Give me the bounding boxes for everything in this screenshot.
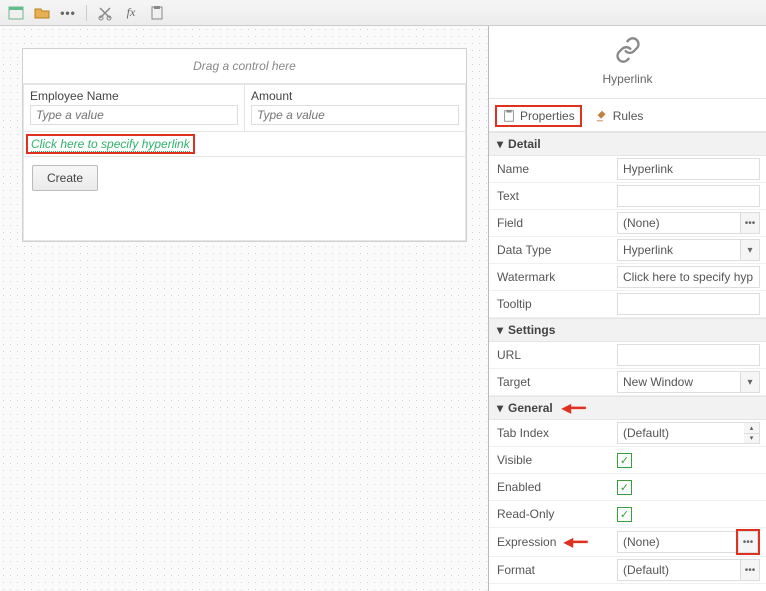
- toolbar-clipboard-icon[interactable]: [149, 5, 165, 21]
- section-settings[interactable]: ▾Settings: [489, 318, 766, 342]
- prop-text: Text: [489, 183, 766, 210]
- employee-name-label: Employee Name: [30, 89, 238, 103]
- chevron-down-icon: ▾: [497, 401, 503, 415]
- prop-tooltip: Tooltip: [489, 291, 766, 318]
- arrow-annotation: ◀━━: [564, 535, 588, 549]
- amount-label: Amount: [251, 89, 459, 103]
- properties-panel: Hyperlink Properties Rules ▾Detail Name …: [489, 26, 766, 591]
- prop-enabled: Enabled✓: [489, 474, 766, 501]
- format-value[interactable]: (Default): [617, 559, 740, 581]
- toolbar-db-icon[interactable]: [8, 5, 24, 21]
- field-ellipsis-button[interactable]: •••: [740, 212, 760, 234]
- expression-button-highlight: •••: [736, 529, 760, 555]
- toolbar-open-icon[interactable]: [34, 5, 50, 21]
- panel-tabs: Properties Rules: [489, 99, 766, 132]
- section-general[interactable]: ▾General◀━━: [489, 396, 766, 420]
- arrow-annotation: ◀━━: [562, 401, 586, 415]
- chevron-down-icon: ▾: [497, 323, 503, 337]
- create-button[interactable]: Create: [32, 165, 98, 191]
- format-ellipsis-button[interactable]: •••: [740, 559, 760, 581]
- text-input[interactable]: [617, 185, 760, 207]
- expression-ellipsis-button[interactable]: •••: [738, 531, 758, 553]
- form-card: Drag a control here Employee Name Amount…: [22, 48, 467, 242]
- form-fields-row: Employee Name Amount: [23, 84, 466, 132]
- prop-tabindex: Tab Index(Default)▴▾: [489, 420, 766, 447]
- design-canvas[interactable]: Drag a control here Employee Name Amount…: [0, 26, 489, 591]
- spinner-down: ▾: [744, 434, 759, 444]
- tab-rules[interactable]: Rules: [590, 107, 649, 125]
- expression-value[interactable]: (None): [617, 531, 736, 553]
- amount-cell: Amount: [245, 84, 466, 132]
- panel-title: Hyperlink: [489, 72, 766, 86]
- toolbar-more-icon[interactable]: •••: [60, 5, 76, 21]
- prop-visible: Visible✓: [489, 447, 766, 474]
- hyperlink-row: Click here to specify hyperlink: [23, 132, 466, 157]
- target-select[interactable]: New Window: [617, 371, 740, 393]
- chevron-down-icon: ▾: [497, 137, 503, 151]
- tabindex-spinner[interactable]: ▴▾: [744, 422, 760, 444]
- tooltip-input[interactable]: [617, 293, 760, 315]
- drop-zone[interactable]: Drag a control here: [23, 49, 466, 84]
- prop-readonly: Read-Only✓: [489, 501, 766, 528]
- toolbar-fx-icon[interactable]: fx: [123, 5, 139, 21]
- prop-target: TargetNew Window▾: [489, 369, 766, 396]
- employee-name-cell: Employee Name: [23, 84, 245, 132]
- gavel-icon: [595, 109, 609, 123]
- prop-expression: Expression ◀━━(None)•••: [489, 528, 766, 557]
- prop-datatype: Data TypeHyperlink▾: [489, 237, 766, 264]
- prop-field: Field(None)•••: [489, 210, 766, 237]
- prop-name: Name: [489, 156, 766, 183]
- toolbar-cut-icon[interactable]: [97, 5, 113, 21]
- clipboard-icon: [502, 109, 516, 123]
- visible-checkbox[interactable]: ✓: [617, 453, 632, 468]
- prop-watermark: Watermark: [489, 264, 766, 291]
- link-icon: [614, 36, 642, 64]
- name-input[interactable]: [617, 158, 760, 180]
- datatype-select[interactable]: Hyperlink: [617, 239, 740, 261]
- readonly-checkbox[interactable]: ✓: [617, 507, 632, 522]
- section-detail[interactable]: ▾Detail: [489, 132, 766, 156]
- watermark-input[interactable]: [617, 266, 760, 288]
- panel-header: Hyperlink: [489, 26, 766, 99]
- field-value[interactable]: (None): [617, 212, 740, 234]
- url-input[interactable]: [617, 344, 760, 366]
- amount-input[interactable]: [251, 105, 459, 125]
- top-toolbar: ••• fx: [0, 0, 766, 26]
- tab-rules-label: Rules: [613, 109, 644, 123]
- hyperlink-control[interactable]: Click here to specify hyperlink: [31, 137, 190, 152]
- enabled-checkbox[interactable]: ✓: [617, 480, 632, 495]
- tabindex-value[interactable]: (Default): [617, 422, 744, 444]
- tab-properties[interactable]: Properties: [495, 105, 582, 127]
- tab-properties-label: Properties: [520, 109, 575, 123]
- prop-format: Format(Default)•••: [489, 557, 766, 584]
- employee-name-input[interactable]: [30, 105, 238, 125]
- target-chevron[interactable]: ▾: [740, 371, 760, 393]
- datatype-chevron[interactable]: ▾: [740, 239, 760, 261]
- hyperlink-highlight: Click here to specify hyperlink: [26, 134, 195, 154]
- toolbar-separator: [86, 5, 87, 21]
- prop-url: URL: [489, 342, 766, 369]
- spinner-up: ▴: [744, 423, 759, 434]
- button-row: Create: [23, 157, 466, 241]
